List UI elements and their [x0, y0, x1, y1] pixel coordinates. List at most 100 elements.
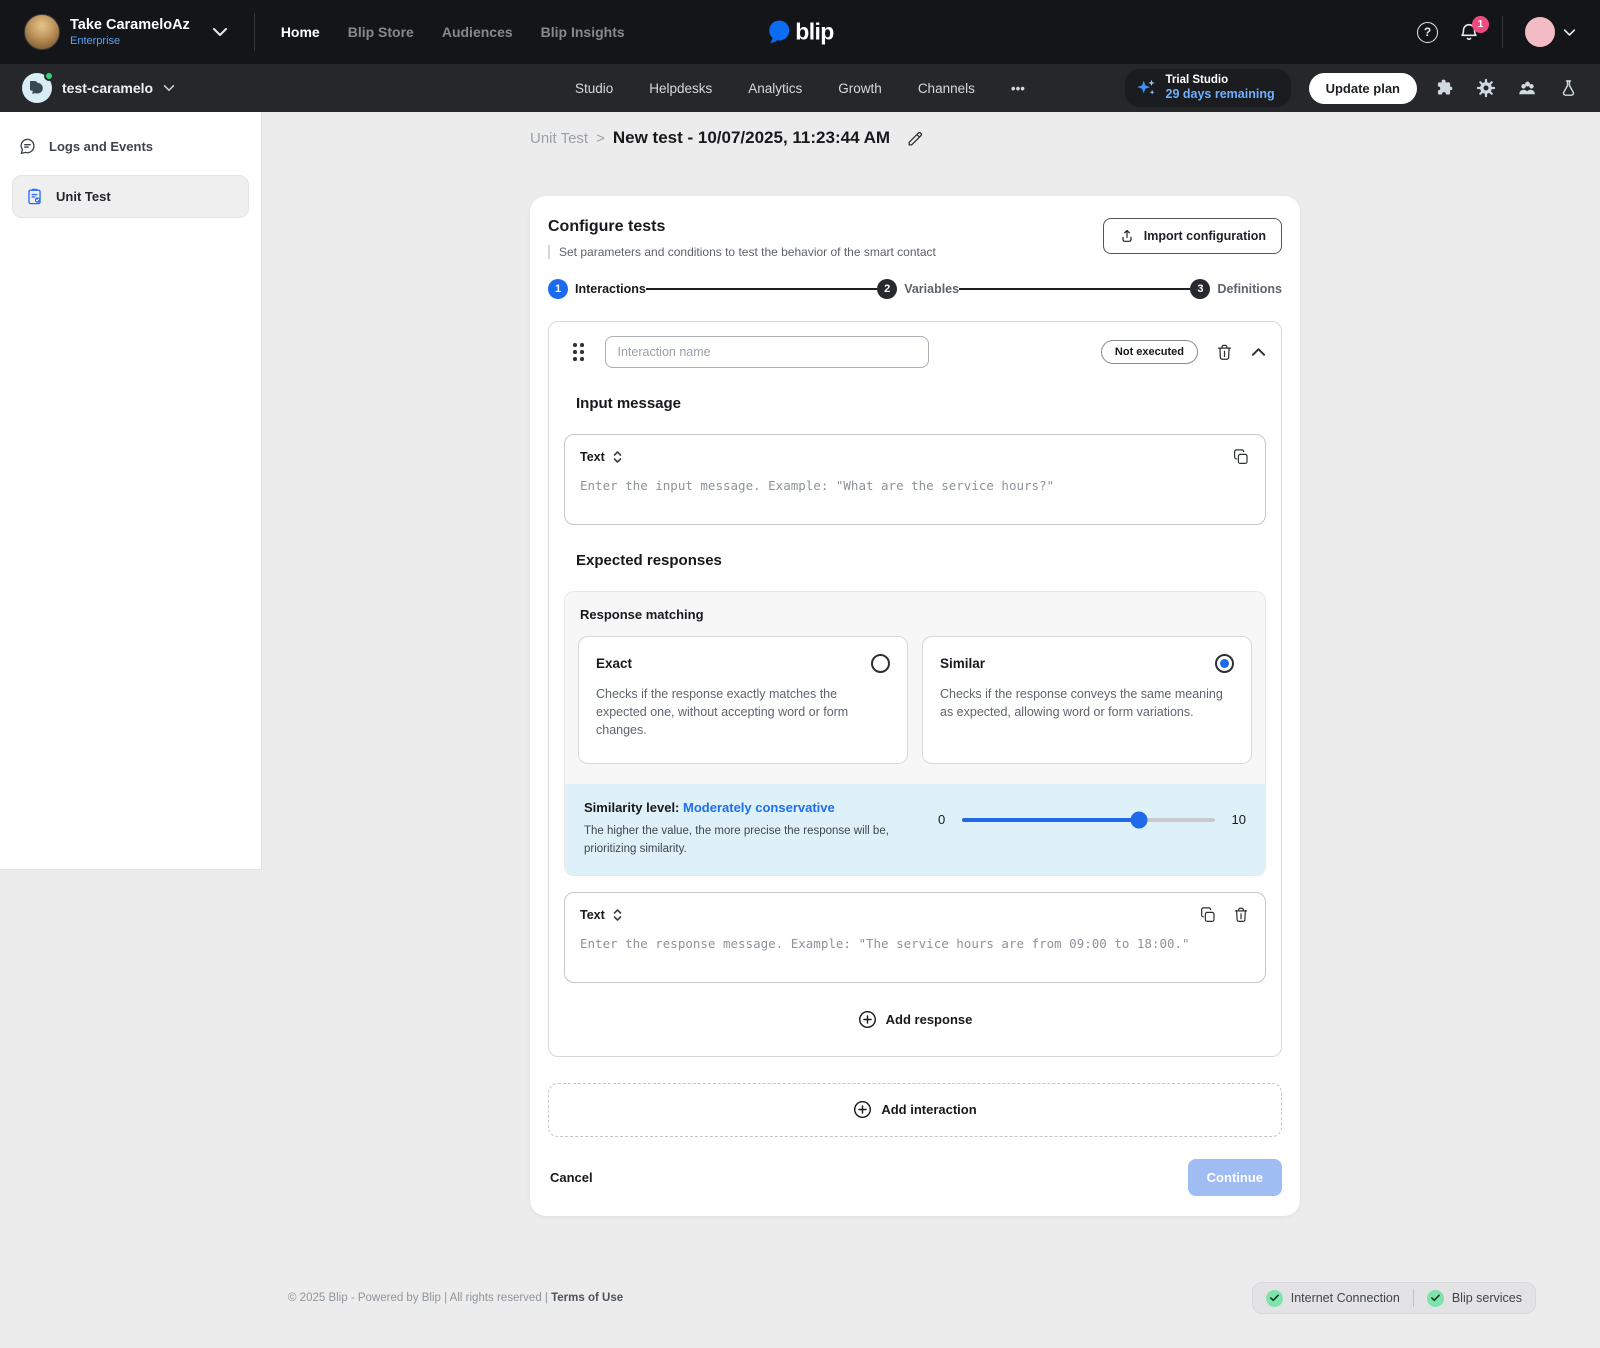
- top-nav-blip-insights[interactable]: Blip Insights: [541, 24, 625, 40]
- sidebar-item-logs-and-events[interactable]: Logs and Events: [0, 126, 261, 167]
- user-menu[interactable]: [1525, 17, 1576, 47]
- stepper: 1 Interactions 2 Variables 3 Definitions: [548, 279, 1282, 299]
- card-subtitle: Set parameters and conditions to test th…: [548, 245, 936, 259]
- integrations-puzzle-icon[interactable]: [1435, 78, 1455, 98]
- input-message-textarea[interactable]: [565, 466, 1265, 524]
- step-variables[interactable]: 2 Variables: [877, 279, 959, 299]
- cancel-button[interactable]: Cancel: [548, 1164, 595, 1191]
- org-avatar: [24, 14, 60, 50]
- interaction-card: Not executed: [548, 321, 1282, 1057]
- interaction-name-input[interactable]: [605, 336, 929, 368]
- blip-logo-icon: [766, 19, 792, 46]
- settings-gear-icon[interactable]: [1476, 78, 1496, 98]
- org-chevron-down-icon[interactable]: [212, 27, 228, 37]
- slider-thumb[interactable]: [1130, 811, 1147, 828]
- option-label: Exact: [596, 656, 632, 671]
- step-2-circle: 2: [877, 279, 897, 299]
- page-content: Logs and Events Unit Test Unit Test > Ne…: [0, 112, 1600, 1348]
- add-interaction-button[interactable]: Add interaction: [548, 1083, 1282, 1137]
- top-nav-audiences[interactable]: Audiences: [442, 24, 513, 40]
- import-configuration-button[interactable]: Import configuration: [1103, 218, 1282, 254]
- similarity-level-value-link[interactable]: Moderately conservative: [683, 800, 835, 815]
- configure-tests-card: Configure tests Set parameters and condi…: [530, 196, 1300, 1216]
- lab-flask-icon[interactable]: [1559, 79, 1578, 98]
- radio-exact-unchecked[interactable]: [871, 654, 890, 673]
- duplicate-input-button[interactable]: [1232, 448, 1250, 466]
- duplicate-response-button[interactable]: [1199, 906, 1217, 924]
- matching-option-exact[interactable]: Exact Checks if the response exactly mat…: [578, 636, 908, 764]
- plus-circle-icon: [858, 1010, 877, 1029]
- bot-nav-channels[interactable]: Channels: [918, 81, 975, 96]
- user-chevron-down-icon: [1563, 28, 1576, 37]
- step-interactions[interactable]: 1 Interactions: [548, 279, 646, 299]
- bot-nav-growth[interactable]: Growth: [838, 81, 882, 96]
- trash-icon: [1215, 343, 1234, 362]
- copy-icon: [1199, 906, 1217, 924]
- collapse-interaction-button[interactable]: [1251, 347, 1266, 357]
- step-1-label: Interactions: [575, 282, 646, 296]
- sidebar-item-unit-test[interactable]: Unit Test: [12, 175, 249, 218]
- page-footer: © 2025 Blip - Powered by Blip | All righ…: [0, 1282, 1600, 1314]
- add-interaction-label: Add interaction: [881, 1102, 976, 1117]
- copyright-text: © 2025 Blip - Powered by Blip | All righ…: [288, 1292, 548, 1304]
- blip-services-status: Blip services: [1427, 1290, 1522, 1307]
- sidebar-item-label: Unit Test: [56, 189, 111, 204]
- response-type-select[interactable]: Text: [580, 907, 623, 923]
- bot-nav-more-ellipsis[interactable]: •••: [1011, 81, 1025, 96]
- top-nav-blip-store[interactable]: Blip Store: [348, 24, 414, 40]
- delete-response-button[interactable]: [1232, 906, 1250, 924]
- input-type-select[interactable]: Text: [580, 449, 623, 465]
- bot-avatar: [22, 73, 52, 103]
- blip-logo[interactable]: blip: [766, 19, 833, 46]
- top-nav-home[interactable]: Home: [281, 24, 320, 40]
- status-label: Blip services: [1452, 1291, 1522, 1305]
- bot-online-status-dot: [44, 71, 54, 81]
- delete-interaction-button[interactable]: [1215, 343, 1234, 362]
- notification-count-badge: 1: [1472, 16, 1489, 33]
- input-message-title: Input message: [576, 395, 1266, 412]
- similarity-description: The higher the value, the more precise t…: [584, 823, 916, 858]
- notifications-button[interactable]: 1: [1458, 21, 1480, 43]
- chevron-up-icon: [1251, 347, 1266, 357]
- continue-button[interactable]: Continue: [1188, 1159, 1282, 1196]
- plus-circle-icon: [853, 1100, 872, 1119]
- add-response-label: Add response: [886, 1012, 973, 1027]
- breadcrumb-parent[interactable]: Unit Test: [530, 130, 588, 147]
- slider-track[interactable]: [962, 818, 1214, 822]
- option-description: Checks if the response exactly matches t…: [596, 685, 890, 739]
- blip-logo-text: blip: [795, 19, 833, 46]
- matching-option-similar[interactable]: Similar Checks if the response conveys t…: [922, 636, 1252, 764]
- option-label: Similar: [940, 656, 985, 671]
- terms-of-use-link[interactable]: Terms of Use: [551, 1292, 623, 1304]
- input-type-label: Text: [580, 450, 605, 464]
- help-icon[interactable]: ?: [1417, 22, 1438, 43]
- bot-nav-helpdesks[interactable]: Helpdesks: [649, 81, 712, 96]
- unit-test-clipboard-check-icon: [25, 187, 44, 206]
- trial-title: Trial Studio: [1166, 74, 1275, 87]
- team-users-icon[interactable]: [1517, 78, 1538, 99]
- drag-handle[interactable]: [573, 343, 584, 361]
- response-message-textarea[interactable]: [565, 924, 1265, 982]
- bot-name: test-caramelo: [62, 80, 153, 96]
- step-3-label: Definitions: [1217, 282, 1282, 296]
- bot-nav-studio[interactable]: Studio: [575, 81, 613, 96]
- card-title: Configure tests: [548, 218, 936, 236]
- bot-switcher[interactable]: test-caramelo: [22, 73, 175, 103]
- add-response-button[interactable]: Add response: [852, 1009, 979, 1030]
- select-chevrons-icon: [612, 907, 623, 923]
- trial-status-chip: Trial Studio 29 days remaining: [1125, 69, 1291, 107]
- main-area: Unit Test > New test - 10/07/2025, 11:23…: [530, 112, 1300, 1216]
- org-switcher[interactable]: Take CarameloAz Enterprise: [24, 14, 190, 50]
- step-definitions[interactable]: 3 Definitions: [1190, 279, 1282, 299]
- internet-connection-status: Internet Connection: [1266, 1290, 1400, 1307]
- logs-chat-bubble-icon: [18, 137, 37, 156]
- edit-title-pencil-icon[interactable]: [906, 129, 925, 148]
- import-configuration-label: Import configuration: [1144, 229, 1266, 243]
- bot-nav-analytics[interactable]: Analytics: [748, 81, 802, 96]
- expected-responses-title: Expected responses: [576, 552, 1266, 569]
- similarity-level-panel: Similarity level: Moderately conservativ…: [565, 784, 1265, 875]
- response-matching-panel: Response matching Exact Checks if the re…: [564, 591, 1266, 876]
- radio-similar-checked[interactable]: [1215, 654, 1234, 673]
- update-plan-button[interactable]: Update plan: [1309, 73, 1417, 104]
- step-connector: [959, 288, 1190, 290]
